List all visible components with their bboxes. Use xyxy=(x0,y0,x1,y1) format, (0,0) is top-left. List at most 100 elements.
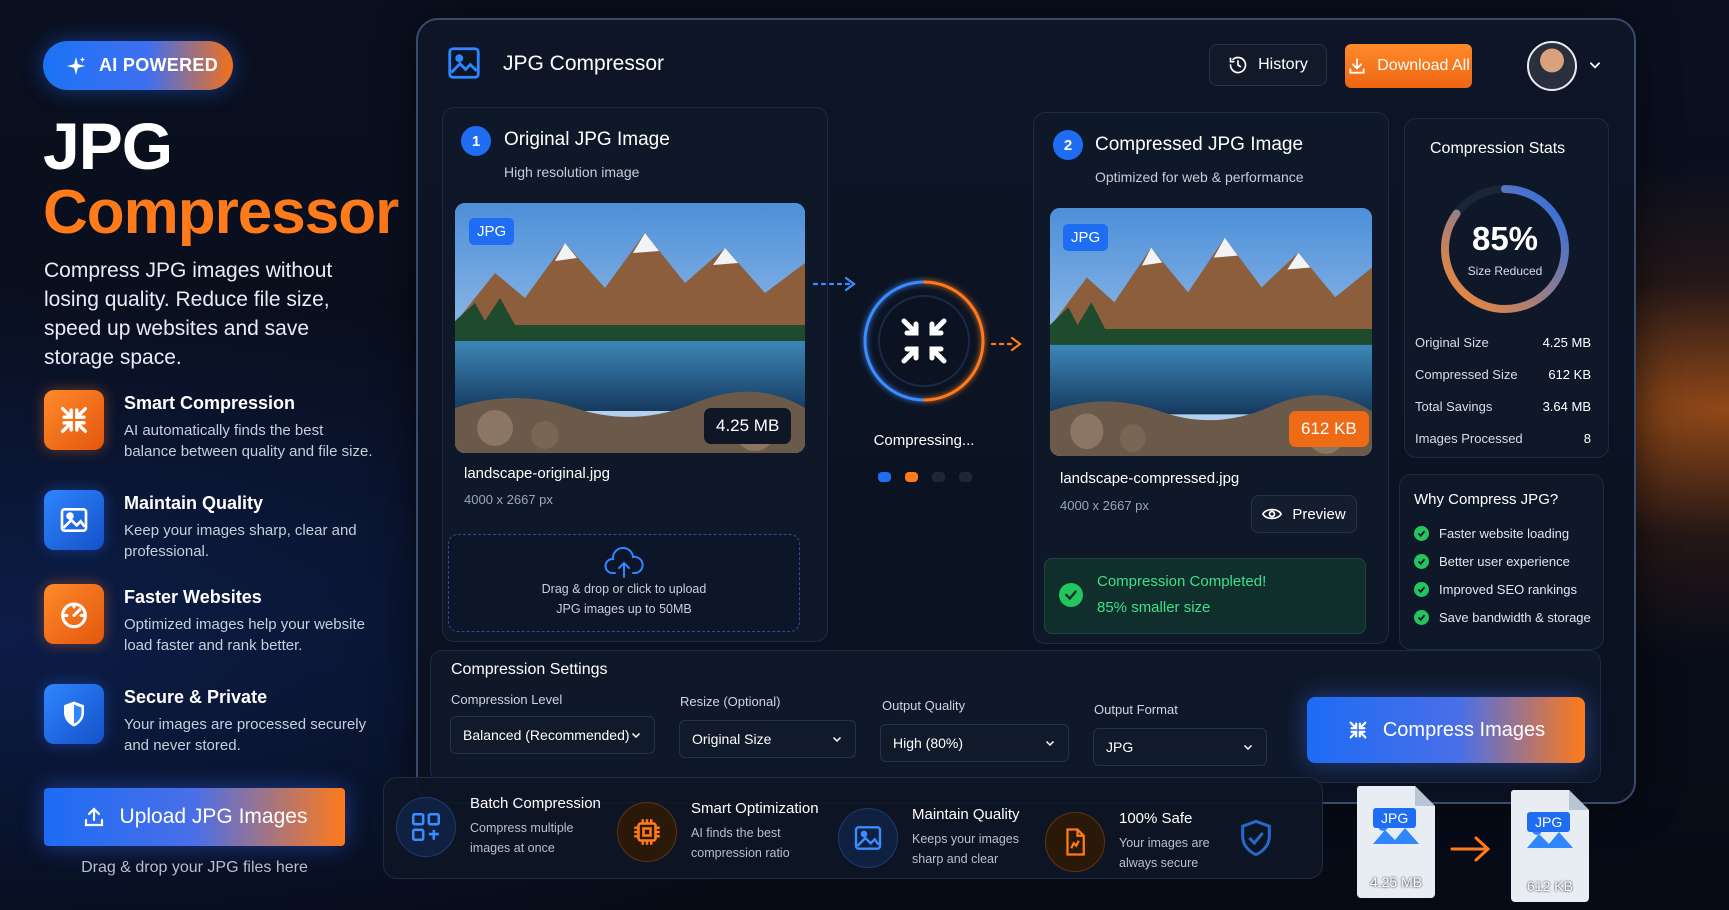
compress-button-label: Compress Images xyxy=(1382,718,1546,741)
why-item-label: Improved SEO rankings xyxy=(1439,582,1578,597)
why-item: Faster website loading xyxy=(1414,526,1591,541)
chevron-down-icon[interactable] xyxy=(1588,58,1602,72)
compressing-ring xyxy=(859,276,989,406)
feature-maintain-quality: Maintain Quality Keep your images sharp,… xyxy=(44,490,374,562)
dropzone-line1: Drag & drop or click to upload xyxy=(541,582,707,596)
bottom-feature-batch: Batch Compression Compress multiple imag… xyxy=(396,795,601,858)
bottom-feature-title: Smart Optimization xyxy=(691,800,819,817)
bottom-feature-desc: compression ratio xyxy=(691,846,790,860)
step-badge: 2 xyxy=(1053,130,1083,160)
why-item-label: Faster website loading xyxy=(1439,526,1570,541)
bottom-feature-desc: images at once xyxy=(470,841,555,855)
dropzone-line2: JPG images up to 50MB xyxy=(556,602,692,616)
why-item-label: Better user experience xyxy=(1439,554,1570,569)
download-all-button[interactable]: Download All xyxy=(1345,44,1472,88)
why-item: Save bandwidth & storage xyxy=(1414,610,1591,625)
format-chip: JPG xyxy=(1063,224,1109,251)
progress-dots xyxy=(878,472,972,482)
compress-images-button[interactable]: Compress Images xyxy=(1307,697,1585,763)
app-title: JPG Compressor xyxy=(503,52,665,75)
feature-secure-private: Secure & Private Your images are process… xyxy=(44,684,374,756)
bottom-feature-desc: AI finds the best xyxy=(691,826,781,840)
stats-row-label: Images Processed xyxy=(1415,431,1523,446)
output-format-select[interactable]: JPG xyxy=(1093,728,1267,766)
success-subtitle: 85% smaller size xyxy=(1097,599,1211,616)
compressed-title: Compressed JPG Image xyxy=(1095,134,1304,155)
preview-label: Preview xyxy=(1292,505,1346,523)
check-icon xyxy=(1414,610,1429,625)
download-label: Download All xyxy=(1377,57,1470,74)
format-chip: JPG xyxy=(469,218,515,245)
history-button[interactable]: History xyxy=(1209,44,1327,86)
stats-row-label: Original Size xyxy=(1415,335,1489,350)
compressed-subtitle: Optimized for web & performance xyxy=(1095,169,1304,185)
arrow-out-icon xyxy=(990,334,1026,354)
feature-title: Maintain Quality xyxy=(124,493,264,513)
progress-dot xyxy=(932,472,945,482)
chevron-down-icon xyxy=(631,732,641,739)
stats-row-label: Compressed Size xyxy=(1415,367,1518,382)
preview-button[interactable]: Preview xyxy=(1251,495,1357,533)
stats-row-label: Total Savings xyxy=(1415,399,1493,414)
output-format-label: Output Format xyxy=(1094,702,1178,717)
file-after-label: JPG xyxy=(1527,812,1571,832)
user-avatar[interactable] xyxy=(1527,41,1577,91)
resize-select[interactable]: Original Size xyxy=(679,720,856,758)
stats-percent: 85% xyxy=(1471,220,1539,257)
why-list: Faster website loading Better user exper… xyxy=(1414,526,1591,625)
progress-dot xyxy=(959,472,972,482)
bottom-feature-title: Batch Compression xyxy=(470,795,601,812)
stats-row-value: 612 KB xyxy=(1548,367,1591,382)
select-value: JPG xyxy=(1106,739,1134,755)
file-before-size: 4.25 MB xyxy=(1369,874,1423,890)
shield-check-icon xyxy=(1236,816,1276,860)
chevron-down-icon xyxy=(832,736,842,743)
compression-level-select[interactable]: Balanced (Recommended) xyxy=(450,716,655,754)
bottom-feature-safe: 100% Safe Your images are always secure xyxy=(1045,810,1210,873)
bottom-feature-quality: Maintain Quality Keeps your images sharp… xyxy=(838,806,1020,869)
hero-title-line1: JPG xyxy=(43,109,173,183)
upload-button-label: Upload JPG Images xyxy=(119,805,308,828)
file-after-icon: JPG 612 KB xyxy=(1509,788,1591,902)
resize-label: Resize (Optional) xyxy=(680,694,781,709)
file-before-label: JPG xyxy=(1373,808,1417,828)
upload-hint: Drag & drop your JPG files here xyxy=(81,859,308,876)
why-item-label: Save bandwidth & storage xyxy=(1439,610,1591,625)
compression-level-label: Compression Level xyxy=(451,692,563,707)
original-filename: landscape-original.jpg xyxy=(464,465,610,482)
stats-percent-label: Size Reduced xyxy=(1467,264,1543,278)
compressed-dimensions: 4000 x 2667 px xyxy=(1060,498,1149,513)
stats-rows: Original Size 4.25 MB Compressed Size 612 … xyxy=(1415,335,1591,446)
upload-jpg-button[interactable]: Upload JPG Images xyxy=(44,788,345,846)
history-label: History xyxy=(1258,56,1308,73)
original-size-chip: 4.25 MB xyxy=(704,408,792,444)
stats-row-value: 3.64 MB xyxy=(1542,399,1591,414)
step-badge: 1 xyxy=(461,126,491,156)
compressed-filename: landscape-compressed.jpg xyxy=(1060,470,1240,487)
stats-row: Images Processed 8 xyxy=(1415,431,1591,446)
stats-row: Total Savings 3.64 MB xyxy=(1415,399,1591,414)
stats-row-value: 4.25 MB xyxy=(1542,335,1591,350)
bottom-feature-title: Maintain Quality xyxy=(912,806,1020,823)
feature-desc: Keep your images sharp, clear and profes… xyxy=(124,522,357,560)
bottom-feature-desc: Compress multiple xyxy=(470,821,574,835)
compressing-status: Compressing... xyxy=(873,432,975,449)
chevron-down-icon xyxy=(1243,744,1253,751)
bottom-feature-title: 100% Safe xyxy=(1119,810,1193,827)
image-icon xyxy=(44,490,104,550)
speed-icon xyxy=(44,584,104,644)
sparkle-icon xyxy=(66,56,86,75)
feature-smart-compression: Smart Compression AI automatically finds… xyxy=(44,390,374,462)
stats-row: Compressed Size 612 KB xyxy=(1415,367,1591,382)
app-logo-icon xyxy=(445,44,483,82)
bottom-feature-desc: sharp and clear xyxy=(912,852,999,866)
badge-label: AI POWERED xyxy=(99,55,219,75)
output-quality-select[interactable]: High (80%) xyxy=(880,724,1069,762)
history-icon xyxy=(1229,56,1247,74)
upload-icon xyxy=(84,807,103,827)
original-subtitle: High resolution image xyxy=(504,164,640,180)
select-value: High (80%) xyxy=(893,735,964,751)
upload-dropzone[interactable]: Drag & drop or click to upload JPG image… xyxy=(448,534,800,632)
feature-desc: Your images are processed securely and n… xyxy=(124,716,367,754)
document-icon xyxy=(1045,811,1105,872)
